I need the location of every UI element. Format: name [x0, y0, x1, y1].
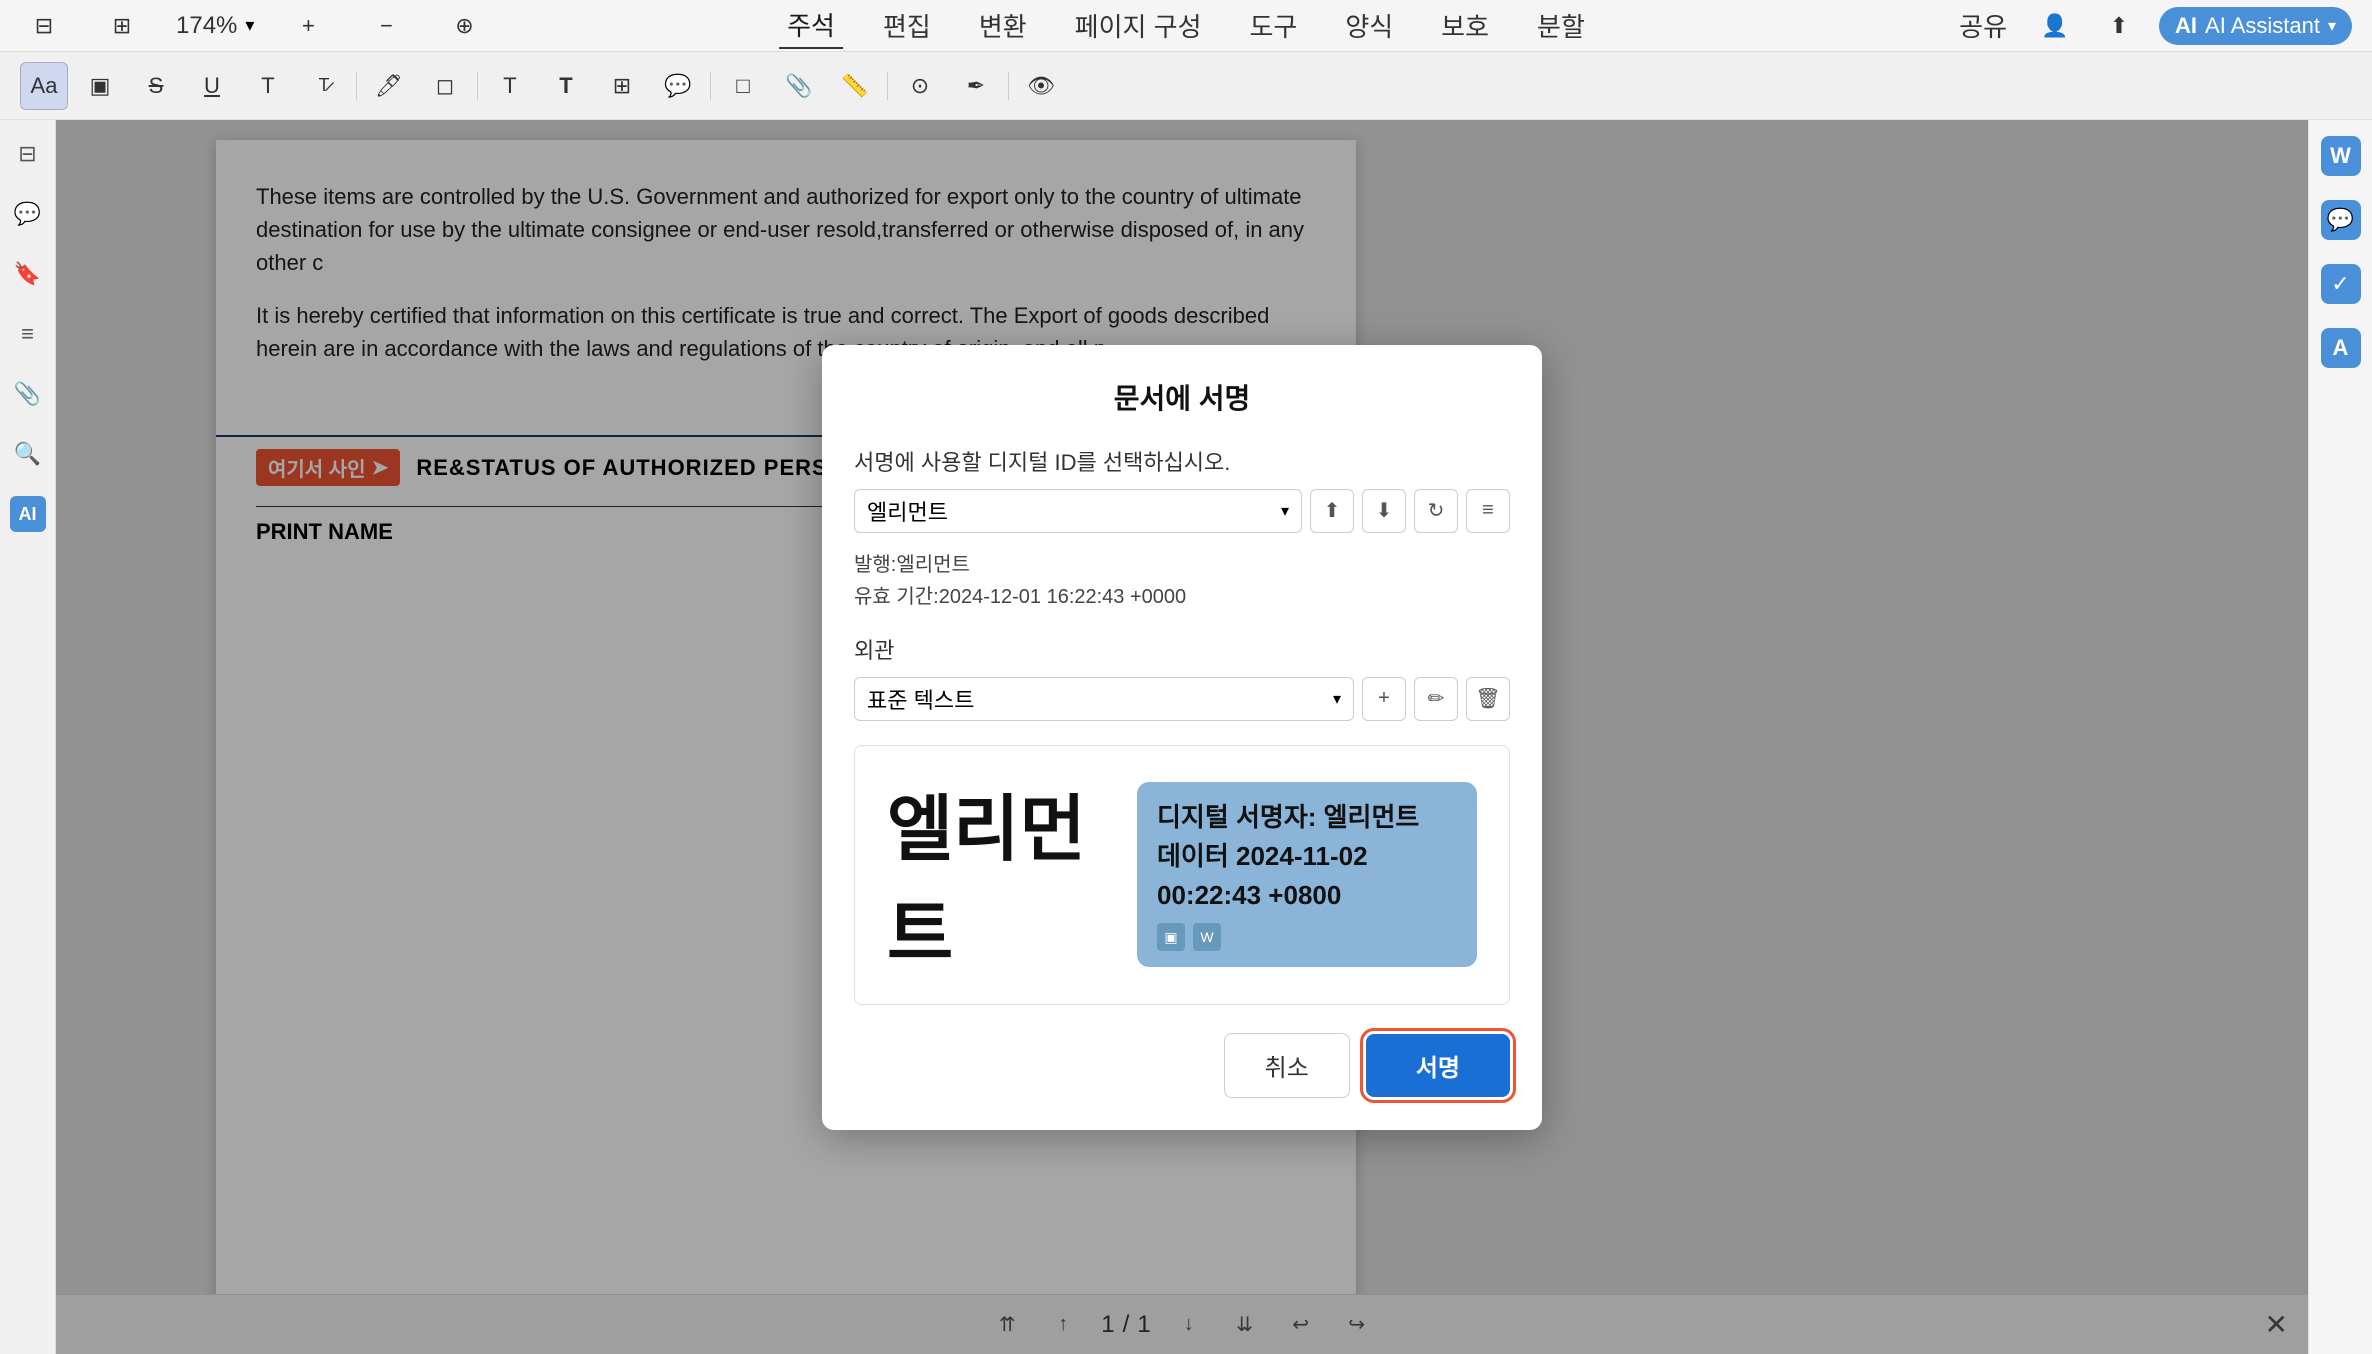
attach-file-btn[interactable]: 📎	[775, 62, 823, 110]
ruler-btn[interactable]: 📏	[831, 62, 879, 110]
callout-btn[interactable]: 💬	[654, 62, 702, 110]
appearance-label: 외관	[854, 633, 1510, 665]
shape-btn[interactable]: □	[719, 62, 767, 110]
zoom-control: 174% ▾	[176, 12, 254, 40]
text-format-btn[interactable]: T̷	[300, 62, 348, 110]
underline-btn[interactable]: U	[188, 62, 236, 110]
id-import-btn[interactable]: ⬆	[1310, 489, 1354, 533]
menu-annotation[interactable]: 주석	[779, 2, 843, 49]
fit-page-btn[interactable]: ⊕	[440, 2, 488, 50]
sidebar-ai-icon[interactable]: AI	[10, 496, 46, 532]
text-color-btn[interactable]: T	[244, 62, 292, 110]
appearance-value: 표준 텍스트	[867, 683, 974, 715]
sidebar-clips-icon[interactable]: 📎	[10, 376, 46, 412]
cancel-button[interactable]: 취소	[1224, 1033, 1350, 1098]
toolbar-divider-5	[1008, 72, 1009, 100]
ai-chevron-icon: ▾	[2328, 16, 2336, 36]
ai-icon-label: AI	[2175, 13, 2197, 39]
right-check-icon[interactable]: ✓	[2321, 264, 2361, 304]
sig-icon-1: ▣	[1157, 923, 1185, 951]
menu-convert[interactable]: 변환	[971, 3, 1035, 48]
id-menu-btn[interactable]: ≡	[1466, 489, 1510, 533]
text-box-btn[interactable]: T	[542, 62, 590, 110]
ai-assistant-btn[interactable]: AI AI Assistant ▾	[2159, 7, 2352, 45]
sign-button[interactable]: 서명	[1366, 1034, 1510, 1097]
zoom-dropdown-icon[interactable]: ▾	[245, 15, 254, 36]
sig-name: 엘리먼트	[887, 770, 1105, 980]
cert-info: 발행:엘리먼트 유효 기간:2024-12-01 16:22:43 +0000	[854, 549, 1510, 613]
right-translate-icon[interactable]: A	[2321, 328, 2361, 368]
sig-digital-box: 디지털 서명자: 엘리먼트 데이터 2024-11-02 00:22:43 +0…	[1137, 782, 1477, 967]
upload-btn[interactable]: ⬆	[2095, 2, 2143, 50]
appearance-dropdown[interactable]: 표준 텍스트 ▾	[854, 677, 1354, 721]
highlight-rect-btn[interactable]: ▣	[76, 62, 124, 110]
sig-date-info: 데이터 2024-11-02	[1157, 837, 1457, 876]
sidebar-layers-icon[interactable]: ≡	[10, 316, 46, 352]
menu-split[interactable]: 분할	[1529, 3, 1593, 48]
text-tool-btn[interactable]: T	[486, 62, 534, 110]
stamp-btn[interactable]: ⊙	[896, 62, 944, 110]
fill-btn[interactable]: 🖊	[365, 62, 413, 110]
cert-validity: 유효 기간:2024-12-01 16:22:43 +0000	[854, 581, 1510, 613]
format-toolbar: Aa ▣ S U T T̷ 🖊 ◻ T T ⊞ 💬 □ 📎 📏 ⊙ ✒ 👁	[0, 52, 2372, 120]
toolbar-divider-2	[477, 72, 478, 100]
cert-issuer: 발행:엘리먼트	[854, 549, 1510, 581]
dropdown-chevron-icon: ▾	[1281, 501, 1289, 521]
content-area: These items are controlled by the U.S. G…	[56, 120, 2308, 1354]
zoom-in-btn[interactable]: +	[284, 2, 332, 50]
modal-title: 문서에 서명	[854, 377, 1510, 417]
ink-sign-btn[interactable]: ✒	[952, 62, 1000, 110]
top-menu-bar: ⊟ ⊞ 174% ▾ + − ⊕ 주석 편집 변환 페이지 구성 도구 양식 보…	[0, 0, 2372, 52]
sidebar-bookmarks-icon[interactable]: 🔖	[10, 256, 46, 292]
zoom-value: 174%	[176, 12, 237, 40]
digital-id-row: 엘리먼트 ▾ ⬆ ⬇ ↻ ≡	[854, 489, 1510, 533]
appearance-add-btn[interactable]: +	[1362, 677, 1406, 721]
id-export-btn[interactable]: ⬇	[1362, 489, 1406, 533]
id-refresh-btn[interactable]: ↻	[1414, 489, 1458, 533]
right-sidebar: W 💬 ✓ A	[2308, 120, 2372, 1354]
preview-btn[interactable]: 👁	[1017, 62, 1065, 110]
right-word-icon[interactable]: W	[2321, 136, 2361, 176]
sidebar-toggle-btn[interactable]: ⊟	[20, 2, 68, 50]
digital-id-value: 엘리먼트	[867, 495, 948, 527]
zoom-out-btn[interactable]: −	[362, 2, 410, 50]
sidebar-pages-icon[interactable]: ⊟	[10, 136, 46, 172]
toolbar-divider-3	[710, 72, 711, 100]
font-btn[interactable]: Aa	[20, 62, 68, 110]
toolbar-divider-1	[356, 72, 357, 100]
left-sidebar: ⊟ 💬 🔖 ≡ 📎 🔍 AI	[0, 120, 56, 1354]
toolbar-divider-4	[887, 72, 888, 100]
table-insert-btn[interactable]: ⊞	[598, 62, 646, 110]
share-btn[interactable]: 공유	[1951, 3, 2015, 48]
digital-id-dropdown[interactable]: 엘리먼트 ▾	[854, 489, 1302, 533]
menu-tools[interactable]: 도구	[1241, 3, 1305, 48]
sig-time-info: 00:22:43 +0800	[1157, 876, 1457, 915]
appearance-row: 표준 텍스트 ▾ + ✏ 🗑	[854, 677, 1510, 721]
sidebar-search-icon[interactable]: 🔍	[10, 436, 46, 472]
main-area: ⊟ 💬 🔖 ≡ 📎 🔍 AI These items are controlle…	[0, 120, 2372, 1354]
sig-icon-2: W	[1193, 923, 1221, 951]
modal-subtitle: 서명에 사용할 디지털 ID를 선택하십시오.	[854, 445, 1510, 477]
sidebar-comments-icon[interactable]: 💬	[10, 196, 46, 232]
appearance-edit-btn[interactable]: ✏	[1414, 677, 1458, 721]
sign-document-modal: 문서에 서명 서명에 사용할 디지털 ID를 선택하십시오. 엘리먼트 ▾ ⬆ …	[822, 345, 1542, 1130]
sig-digital-title: 디지털 서명자: 엘리먼트	[1157, 798, 1457, 837]
right-chat-icon[interactable]: 💬	[2321, 200, 2361, 240]
user-profile-btn[interactable]: 👤	[2031, 2, 2079, 50]
appearance-chevron-icon: ▾	[1333, 689, 1341, 709]
menu-edit[interactable]: 편집	[875, 3, 939, 48]
modal-btn-row: 취소 서명	[854, 1033, 1510, 1098]
menu-page-layout[interactable]: 페이지 구성	[1067, 3, 1210, 48]
signature-preview: 엘리먼트 디지털 서명자: 엘리먼트 데이터 2024-11-02 00:22:…	[854, 745, 1510, 1005]
grid-toggle-btn[interactable]: ⊞	[98, 2, 146, 50]
menu-forms[interactable]: 양식	[1337, 3, 1401, 48]
modal-overlay: 문서에 서명 서명에 사용할 디지털 ID를 선택하십시오. 엘리먼트 ▾ ⬆ …	[56, 120, 2308, 1354]
ai-assistant-label: AI Assistant	[2205, 13, 2320, 39]
appearance-delete-btn[interactable]: 🗑	[1466, 677, 1510, 721]
sig-icons-row: ▣ W	[1157, 923, 1457, 951]
menu-protect[interactable]: 보호	[1433, 3, 1497, 48]
strikethrough-btn[interactable]: S	[132, 62, 180, 110]
eraser-btn[interactable]: ◻	[421, 62, 469, 110]
